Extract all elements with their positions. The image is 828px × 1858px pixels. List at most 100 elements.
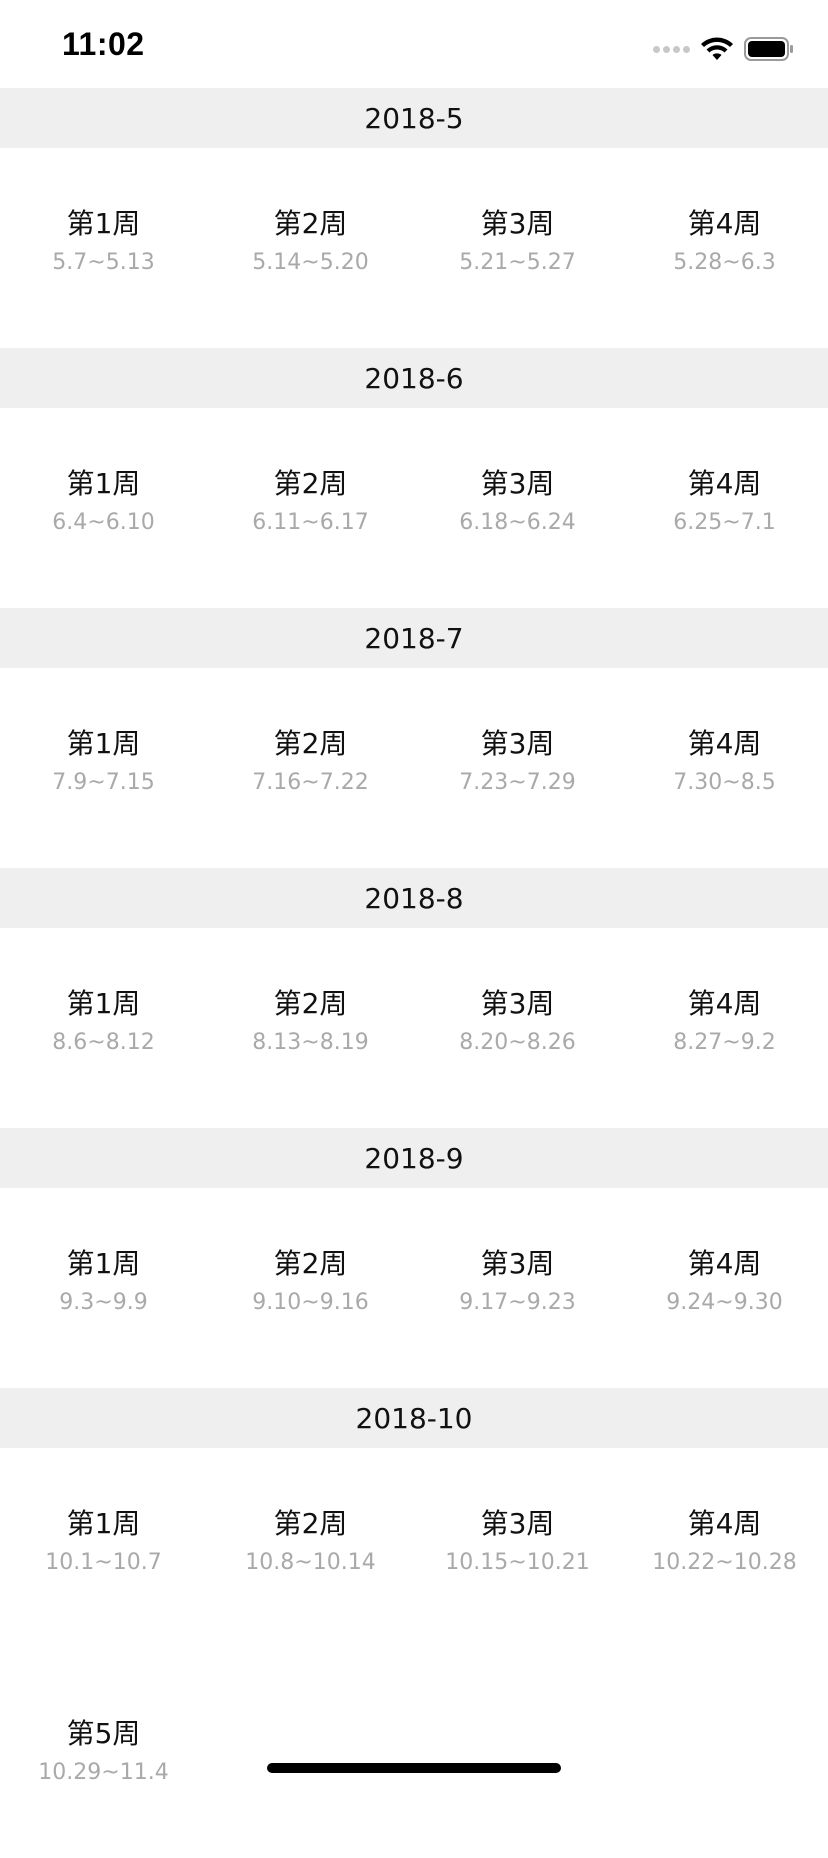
week-cell[interactable]: 第4周 9.24~9.30 [621, 1244, 828, 1326]
week-range: 7.9~7.15 [52, 770, 155, 795]
week-cell[interactable]: 第2周 10.8~10.14 [207, 1504, 414, 1586]
week-name: 第3周 [480, 207, 555, 240]
month-header: 2018-5 [0, 88, 828, 148]
month-header: 2018-10 [0, 1388, 828, 1448]
home-indicator[interactable] [267, 1763, 561, 1773]
week-cell[interactable]: 第3周 8.20~8.26 [414, 984, 621, 1066]
week-cell[interactable]: 第3周 7.23~7.29 [414, 724, 621, 806]
month-header: 2018-6 [0, 348, 828, 408]
week-name: 第1周 [66, 727, 141, 760]
week-cell[interactable]: 第3周 10.15~10.21 [414, 1504, 621, 1586]
week-grid: 第1周 7.9~7.15 第2周 7.16~7.22 第3周 7.23~7.29… [0, 668, 828, 868]
month-section: 2018-6 第1周 6.4~6.10 第2周 6.11~6.17 第3周 6.… [0, 348, 828, 608]
week-range: 10.22~10.28 [652, 1550, 797, 1575]
week-range: 5.21~5.27 [459, 250, 576, 275]
week-range: 8.13~8.19 [252, 1030, 369, 1055]
battery-icon [744, 37, 793, 61]
week-cell[interactable]: 第2周 6.11~6.17 [207, 464, 414, 546]
week-range: 6.4~6.10 [52, 510, 155, 535]
month-header: 2018-7 [0, 608, 828, 668]
week-range: 10.15~10.21 [445, 1550, 590, 1575]
month-section: 2018-5 第1周 5.7~5.13 第2周 5.14~5.20 第3周 5.… [0, 88, 828, 348]
week-cell[interactable]: 第1周 10.1~10.7 [0, 1504, 207, 1586]
wifi-icon [701, 37, 733, 60]
week-range: 9.24~9.30 [666, 1290, 783, 1315]
signal-dots-icon [653, 45, 690, 53]
week-name: 第1周 [66, 987, 141, 1020]
week-grid: 第1周 9.3~9.9 第2周 9.10~9.16 第3周 9.17~9.23 … [0, 1188, 828, 1388]
week-name: 第2周 [273, 1247, 348, 1280]
week-name: 第1周 [66, 207, 141, 240]
week-name: 第4周 [687, 987, 762, 1020]
week-range: 10.29~11.4 [38, 1760, 169, 1785]
week-range: 8.6~8.12 [52, 1030, 155, 1055]
week-name: 第3周 [480, 1507, 555, 1540]
week-name: 第1周 [66, 467, 141, 500]
week-cell[interactable]: 第2周 5.14~5.20 [207, 204, 414, 286]
month-section: 2018-9 第1周 9.3~9.9 第2周 9.10~9.16 第3周 9.1… [0, 1128, 828, 1388]
week-cell[interactable]: 第4周 8.27~9.2 [621, 984, 828, 1066]
week-grid: 第1周 6.4~6.10 第2周 6.11~6.17 第3周 6.18~6.24… [0, 408, 828, 608]
week-name: 第3周 [480, 467, 555, 500]
week-cell[interactable]: 第3周 6.18~6.24 [414, 464, 621, 546]
week-name: 第1周 [66, 1247, 141, 1280]
month-header: 2018-9 [0, 1128, 828, 1188]
week-range: 8.27~9.2 [673, 1030, 776, 1055]
status-icons [653, 34, 794, 64]
week-range: 6.11~6.17 [252, 510, 369, 535]
week-name: 第5周 [66, 1717, 141, 1750]
week-name: 第4周 [687, 207, 762, 240]
week-range: 8.20~8.26 [459, 1030, 576, 1055]
week-name: 第4周 [687, 1507, 762, 1540]
week-range: 7.23~7.29 [459, 770, 576, 795]
week-name: 第3周 [480, 727, 555, 760]
week-name: 第2周 [273, 207, 348, 240]
week-range: 9.10~9.16 [252, 1290, 369, 1315]
status-bar: 11:02 [0, 0, 828, 88]
week-cell[interactable]: 第4周 10.22~10.28 [621, 1504, 828, 1586]
week-name: 第2周 [273, 467, 348, 500]
week-range: 9.3~9.9 [59, 1290, 148, 1315]
week-cell[interactable]: 第1周 7.9~7.15 [0, 724, 207, 806]
week-range: 10.1~10.7 [45, 1550, 162, 1575]
week-cell[interactable]: 第1周 5.7~5.13 [0, 204, 207, 286]
status-time: 11:02 [62, 26, 145, 62]
week-grid: 第1周 8.6~8.12 第2周 8.13~8.19 第3周 8.20~8.26… [0, 928, 828, 1128]
week-range: 5.14~5.20 [252, 250, 369, 275]
week-cell[interactable]: 第4周 7.30~8.5 [621, 724, 828, 806]
week-cell[interactable]: 第2周 9.10~9.16 [207, 1244, 414, 1326]
month-header: 2018-8 [0, 868, 828, 928]
week-grid: 第1周 5.7~5.13 第2周 5.14~5.20 第3周 5.21~5.27… [0, 148, 828, 348]
month-section: 2018-10 第1周 10.1~10.7 第2周 10.8~10.14 第3周… [0, 1388, 828, 1858]
week-range: 9.17~9.23 [459, 1290, 576, 1315]
week-cell[interactable]: 第1周 9.3~9.9 [0, 1244, 207, 1326]
week-range: 6.18~6.24 [459, 510, 576, 535]
week-grid: 第1周 10.1~10.7 第2周 10.8~10.14 第3周 10.15~1… [0, 1448, 828, 1858]
week-name: 第2周 [273, 987, 348, 1020]
week-name: 第1周 [66, 1507, 141, 1540]
week-name: 第2周 [273, 727, 348, 760]
week-range: 7.16~7.22 [252, 770, 369, 795]
week-name: 第2周 [273, 1507, 348, 1540]
week-range: 10.8~10.14 [245, 1550, 376, 1575]
week-cell[interactable]: 第1周 6.4~6.10 [0, 464, 207, 546]
week-name: 第3周 [480, 987, 555, 1020]
week-cell[interactable]: 第2周 8.13~8.19 [207, 984, 414, 1066]
week-name: 第4周 [687, 467, 762, 500]
week-list: 2018-5 第1周 5.7~5.13 第2周 5.14~5.20 第3周 5.… [0, 88, 828, 1858]
week-cell[interactable]: 第3周 9.17~9.23 [414, 1244, 621, 1326]
week-cell[interactable]: 第2周 7.16~7.22 [207, 724, 414, 806]
month-section: 2018-7 第1周 7.9~7.15 第2周 7.16~7.22 第3周 7.… [0, 608, 828, 868]
week-cell[interactable]: 第4周 5.28~6.3 [621, 204, 828, 286]
week-cell[interactable]: 第3周 5.21~5.27 [414, 204, 621, 286]
week-range: 6.25~7.1 [673, 510, 776, 535]
week-cell[interactable]: 第5周 10.29~11.4 [0, 1714, 207, 1796]
week-range: 5.28~6.3 [673, 250, 776, 275]
week-range: 5.7~5.13 [52, 250, 155, 275]
week-name: 第4周 [687, 727, 762, 760]
month-section: 2018-8 第1周 8.6~8.12 第2周 8.13~8.19 第3周 8.… [0, 868, 828, 1128]
week-cell[interactable]: 第1周 8.6~8.12 [0, 984, 207, 1066]
week-cell[interactable]: 第4周 6.25~7.1 [621, 464, 828, 546]
week-name: 第3周 [480, 1247, 555, 1280]
week-range: 7.30~8.5 [673, 770, 776, 795]
